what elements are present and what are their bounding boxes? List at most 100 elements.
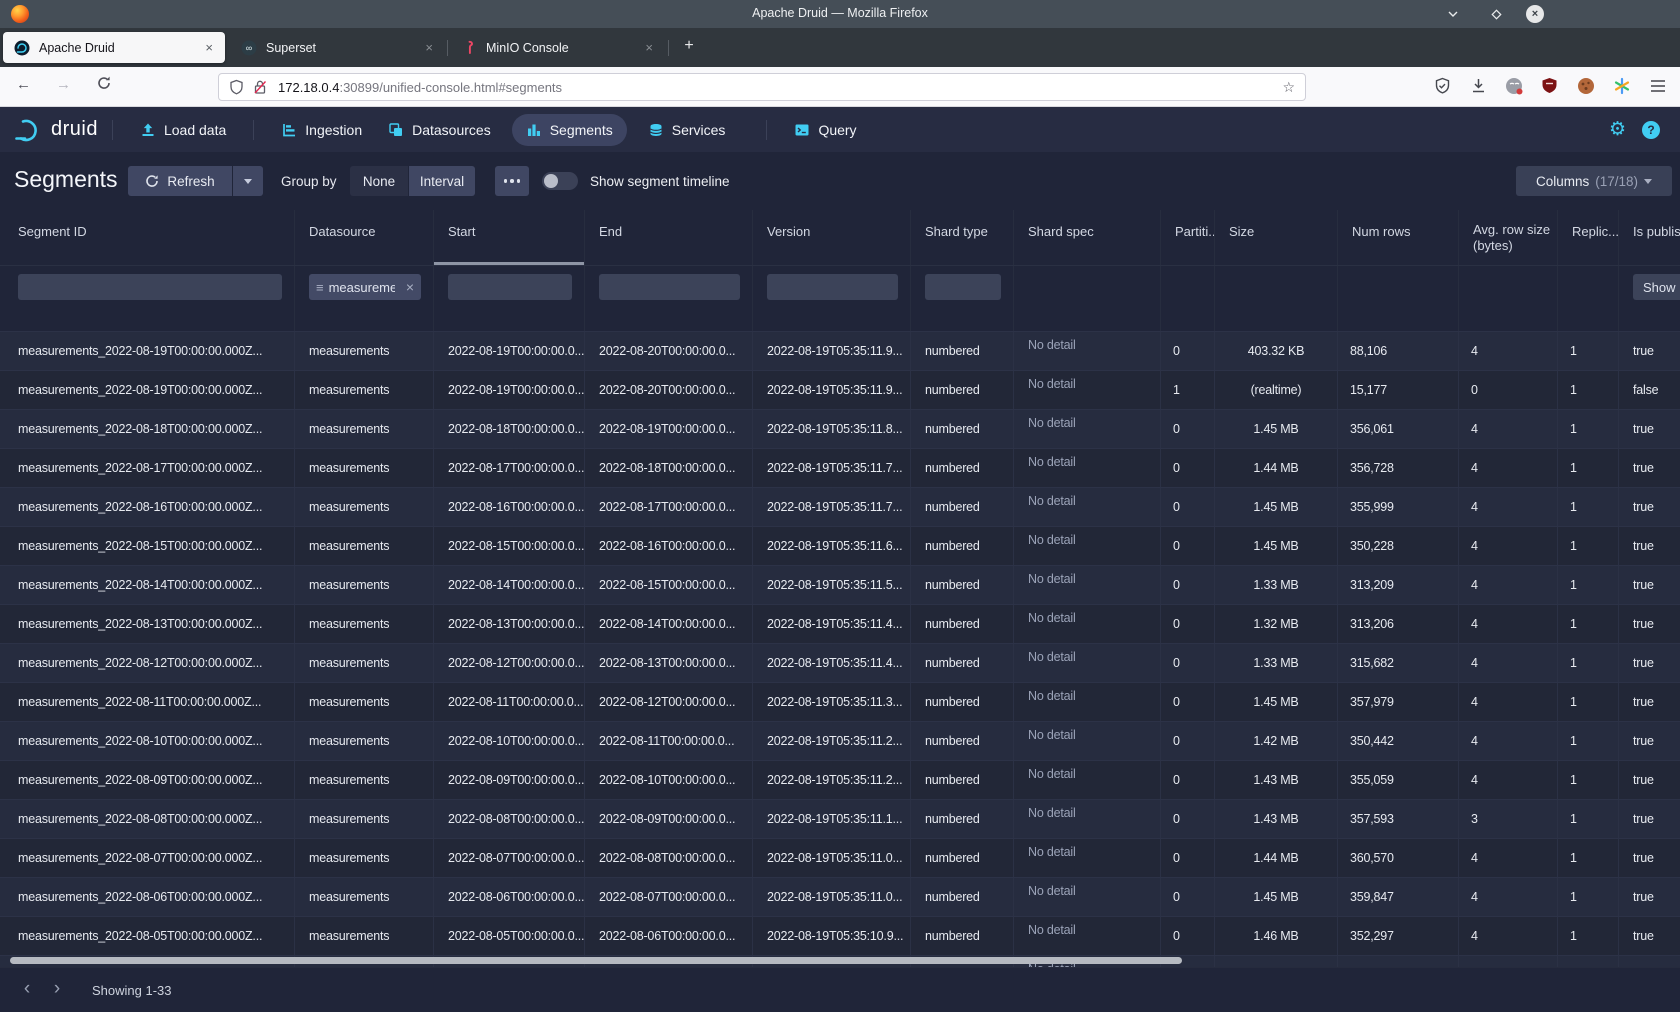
table-row[interactable]: measurements_2022-08-15T00:00:00.000Z...…: [0, 527, 1680, 566]
cell-version: 2022-08-19T05:35:11.4...: [753, 605, 911, 643]
column-header-size[interactable]: Size: [1215, 210, 1338, 265]
column-header-version[interactable]: Version: [753, 210, 911, 265]
table-row[interactable]: measurements_2022-08-10T00:00:00.000Z...…: [0, 722, 1680, 761]
refresh-button[interactable]: Refresh: [128, 166, 232, 196]
tab-superset[interactable]: ∞ Superset ×: [230, 32, 445, 63]
next-page-icon[interactable]: ›: [44, 976, 70, 1002]
table-row[interactable]: measurements_2022-08-06T00:00:00.000Z...…: [0, 878, 1680, 917]
cell-num_rows: 88,106: [1338, 332, 1459, 370]
table-row[interactable]: measurements_2022-08-17T00:00:00.000Z...…: [0, 449, 1680, 488]
cell-shard_type: numbered: [911, 527, 1014, 565]
download-icon[interactable]: [1470, 77, 1487, 95]
cell-partition: 0: [1161, 605, 1215, 643]
nav-query[interactable]: Query: [794, 122, 856, 138]
table-row[interactable]: measurements_2022-08-16T00:00:00.000Z...…: [0, 488, 1680, 527]
tab-close-icon[interactable]: ×: [641, 40, 657, 55]
insecure-lock-icon[interactable]: [253, 79, 267, 95]
cell-datasource: measurements: [295, 488, 434, 526]
cookie-extension-icon[interactable]: [1577, 77, 1595, 95]
column-header-is-published[interactable]: Is published: [1619, 210, 1680, 265]
refresh-label: Refresh: [167, 174, 214, 189]
datasource-filter-tag[interactable]: ≡ measurements ×: [309, 274, 421, 300]
column-header-start-sorted[interactable]: Start: [434, 210, 585, 265]
nav-label: Services: [672, 122, 726, 138]
refresh-dropdown-button[interactable]: [233, 166, 263, 196]
more-options-button[interactable]: [495, 166, 529, 196]
previous-page-icon[interactable]: ‹: [14, 976, 40, 1002]
table-row[interactable]: measurements_2022-08-13T00:00:00.000Z...…: [0, 605, 1680, 644]
table-row[interactable]: measurements_2022-08-08T00:00:00.000Z...…: [0, 800, 1680, 839]
url-bar[interactable]: 172.18.0.4:30899/unified-console.html#se…: [218, 73, 1306, 101]
tab-minio-console[interactable]: MinIO Console ×: [450, 32, 665, 63]
segment-timeline-toggle[interactable]: [542, 172, 578, 190]
ublock-icon[interactable]: [1541, 77, 1558, 95]
back-icon[interactable]: ←: [16, 76, 31, 93]
window-title: Apache Druid — Mozilla Firefox: [0, 6, 1680, 20]
nav-segments-active[interactable]: Segments: [512, 114, 627, 146]
table-row[interactable]: measurements_2022-08-07T00:00:00.000Z...…: [0, 839, 1680, 878]
column-header-num-rows[interactable]: Num rows: [1338, 210, 1459, 265]
cell-avg_row_size: 4: [1459, 449, 1558, 487]
tracking-shield-icon[interactable]: [229, 79, 244, 95]
column-header-replication[interactable]: Replic...: [1558, 210, 1619, 265]
tab-apache-druid[interactable]: Apache Druid ×: [3, 32, 225, 63]
forward-icon[interactable]: →: [56, 76, 71, 93]
group-by-interval-button[interactable]: Interval: [409, 166, 475, 196]
table-row[interactable]: measurements_2022-08-05T00:00:00.000Z...…: [0, 917, 1680, 956]
column-header-shard-type[interactable]: Shard type: [911, 210, 1014, 265]
bookmark-star-icon[interactable]: ☆: [1282, 79, 1295, 96]
is-published-filter-button[interactable]: Show: [1633, 274, 1680, 300]
asterisk-extension-icon[interactable]: [1613, 77, 1631, 95]
column-header-avg-row-size[interactable]: Avg. row size (bytes): [1459, 210, 1558, 265]
druid-brand[interactable]: druid: [14, 117, 98, 143]
table-row[interactable]: measurements_2022-08-12T00:00:00.000Z...…: [0, 644, 1680, 683]
cell-num_rows: 355,999: [1338, 488, 1459, 526]
column-header-segment-id[interactable]: Segment ID: [0, 210, 295, 265]
cell-shard_type: numbered: [911, 605, 1014, 643]
nav-datasources[interactable]: Datasources: [388, 122, 491, 138]
column-header-partition[interactable]: Partiti...: [1161, 210, 1215, 265]
nav-load-data[interactable]: Load data: [140, 122, 226, 138]
table-row[interactable]: measurements_2022-08-19T00:00:00.000Z...…: [0, 332, 1680, 371]
cell-segment_id: measurements_2022-08-10T00:00:00.000Z...: [0, 722, 295, 760]
remove-filter-icon[interactable]: ×: [406, 279, 414, 295]
columns-dropdown-button[interactable]: Columns (17/18): [1516, 166, 1672, 196]
table-row[interactable]: measurements_2022-08-18T00:00:00.000Z...…: [0, 410, 1680, 449]
cell-version: 2022-08-19T05:35:11.1...: [753, 800, 911, 838]
table-row[interactable]: measurements_2022-08-19T00:00:00.000Z...…: [0, 371, 1680, 410]
filter-shard-type-input[interactable]: [925, 274, 1001, 300]
help-icon[interactable]: ?: [1642, 121, 1660, 139]
titlebar-maximize-icon[interactable]: [1487, 5, 1505, 23]
cell-end: 2022-08-14T00:00:00.0...: [585, 605, 753, 643]
table-row[interactable]: measurements_2022-08-11T00:00:00.000Z...…: [0, 683, 1680, 722]
filter-segment-id-input[interactable]: [18, 274, 282, 300]
cell-start: 2022-08-11T00:00:00.0...: [434, 683, 585, 721]
settings-gear-icon[interactable]: ⚙: [1609, 118, 1626, 141]
nav-ingestion[interactable]: Ingestion: [281, 122, 362, 138]
titlebar-chevron-icon[interactable]: [1444, 5, 1462, 23]
cell-datasource: measurements: [295, 722, 434, 760]
tab-close-icon[interactable]: ×: [201, 40, 217, 55]
protections-shield-icon[interactable]: [1434, 77, 1451, 95]
mask-extension-icon[interactable]: [1505, 77, 1524, 96]
table-row[interactable]: measurements_2022-08-09T00:00:00.000Z...…: [0, 761, 1680, 800]
new-tab-button[interactable]: +: [677, 37, 701, 59]
filter-end-input[interactable]: [599, 274, 740, 300]
column-header-end[interactable]: End: [585, 210, 753, 265]
window-close-button[interactable]: ×: [1526, 5, 1544, 23]
group-by-none-button[interactable]: None: [350, 166, 408, 196]
cell-start: 2022-08-17T00:00:00.0...: [434, 449, 585, 487]
cell-size: 1.44 MB: [1215, 449, 1338, 487]
column-header-datasource[interactable]: Datasource: [295, 210, 434, 265]
cell-avg_row_size: 4: [1459, 683, 1558, 721]
cell-avg_row_size: 4: [1459, 917, 1558, 955]
nav-services[interactable]: Services: [648, 122, 726, 138]
menu-hamburger-icon[interactable]: [1650, 79, 1666, 93]
reload-icon[interactable]: [96, 75, 112, 91]
table-row[interactable]: measurements_2022-08-14T00:00:00.000Z...…: [0, 566, 1680, 605]
column-header-shard-spec[interactable]: Shard spec: [1014, 210, 1161, 265]
filter-start-input[interactable]: [448, 274, 572, 300]
tab-close-icon[interactable]: ×: [421, 40, 437, 55]
horizontal-scrollbar-thumb[interactable]: [10, 957, 1182, 964]
filter-version-input[interactable]: [767, 274, 898, 300]
